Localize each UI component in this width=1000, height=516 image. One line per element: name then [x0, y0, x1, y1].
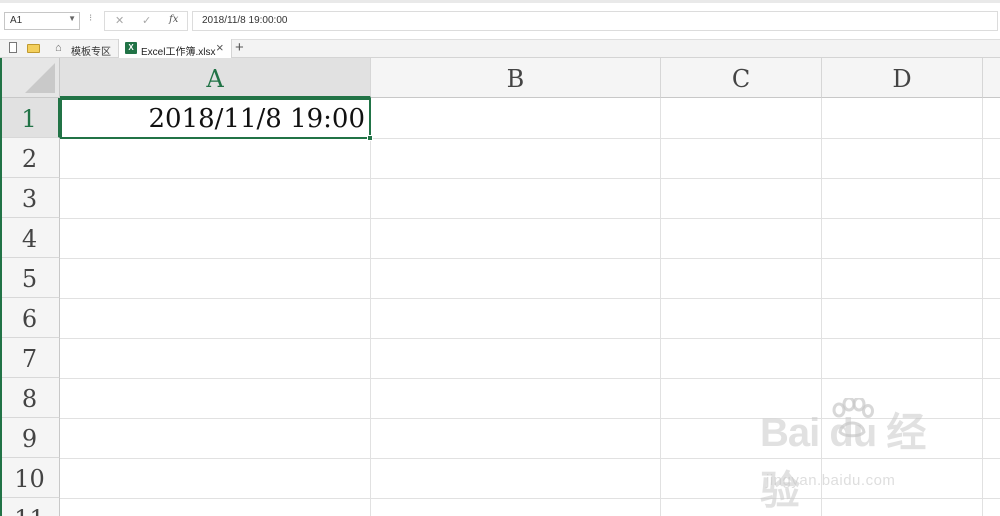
column-header-a[interactable]: A: [60, 58, 371, 98]
gridline-v: [370, 98, 371, 516]
confirm-icon[interactable]: ✓: [142, 14, 151, 27]
formula-bar: A1 ▼ ⁝ ✕ ✓ fx 2018/11/8 19:00:00: [0, 0, 1000, 39]
tab-workbook-label: Excel工作簿.xlsx: [141, 47, 216, 58]
column-header-c[interactable]: C: [661, 58, 822, 98]
row-header-3[interactable]: 3: [0, 178, 60, 218]
tab-template-zone[interactable]: ⌂ 模板专区: [49, 40, 115, 58]
row-header-8[interactable]: 8: [0, 378, 60, 418]
close-icon[interactable]: ×: [216, 40, 224, 55]
chevron-down-icon[interactable]: ▼: [68, 14, 76, 23]
formula-input[interactable]: 2018/11/8 19:00:00: [192, 11, 998, 31]
baidu-watermark: Bai du 经验 jingyan.baidu.com: [760, 398, 960, 513]
gridline-h: [60, 338, 1000, 339]
row-header-2[interactable]: 2: [0, 138, 60, 178]
name-box-value: A1: [10, 15, 23, 26]
row-header-5[interactable]: 5: [0, 258, 60, 298]
row-header-4[interactable]: 4: [0, 218, 60, 258]
formula-actions: ✕ ✓ fx: [104, 11, 188, 31]
formula-text: 2018/11/8 19:00:00: [202, 15, 288, 26]
column-header-b[interactable]: B: [371, 58, 661, 98]
gridline-v: [660, 98, 661, 516]
tab-workbook[interactable]: X Excel工作簿.xlsx ×: [118, 39, 232, 58]
gridline-h: [60, 178, 1000, 179]
gridline-h: [60, 378, 1000, 379]
document-tab-bar: ⌂ 模板专区 X Excel工作簿.xlsx × +: [0, 39, 1000, 58]
select-all-corner[interactable]: [0, 58, 60, 98]
gridline-v: [982, 98, 983, 516]
fill-handle[interactable]: [367, 135, 373, 141]
row-header-10[interactable]: 10: [0, 458, 60, 498]
row-header-9[interactable]: 9: [0, 418, 60, 458]
watermark-url: jingyan.baidu.com: [766, 472, 896, 489]
folder-icon[interactable]: [27, 44, 40, 53]
paw-logo-icon: [832, 398, 874, 438]
row-header-11[interactable]: 11: [0, 498, 60, 516]
gridline-h: [60, 218, 1000, 219]
window-edge: [0, 58, 2, 516]
excel-file-icon: X: [125, 42, 137, 54]
gridline-h: [60, 258, 1000, 259]
new-file-icon[interactable]: [9, 42, 17, 53]
row-header-1[interactable]: 1: [0, 98, 60, 138]
cell-a1-value: 2018/11/8 19:00: [148, 104, 365, 134]
cancel-icon[interactable]: ✕: [115, 14, 124, 27]
tab-template-label: 模板专区: [71, 47, 111, 58]
gridline-h: [60, 298, 1000, 299]
top-border: [0, 0, 1000, 3]
cell-a1[interactable]: 2018/11/8 19:00: [60, 98, 371, 139]
insert-function-icon[interactable]: fx: [169, 14, 178, 25]
row-header-6[interactable]: 6: [0, 298, 60, 338]
select-all-triangle-icon: [25, 63, 55, 93]
more-options-icon[interactable]: ⁝: [89, 13, 92, 24]
column-header-d[interactable]: D: [822, 58, 983, 98]
row-header-7[interactable]: 7: [0, 338, 60, 378]
home-icon: ⌂: [55, 42, 62, 54]
add-tab-icon[interactable]: +: [235, 39, 244, 56]
column-header-e[interactable]: [983, 58, 1000, 98]
name-box[interactable]: A1 ▼: [4, 12, 80, 30]
